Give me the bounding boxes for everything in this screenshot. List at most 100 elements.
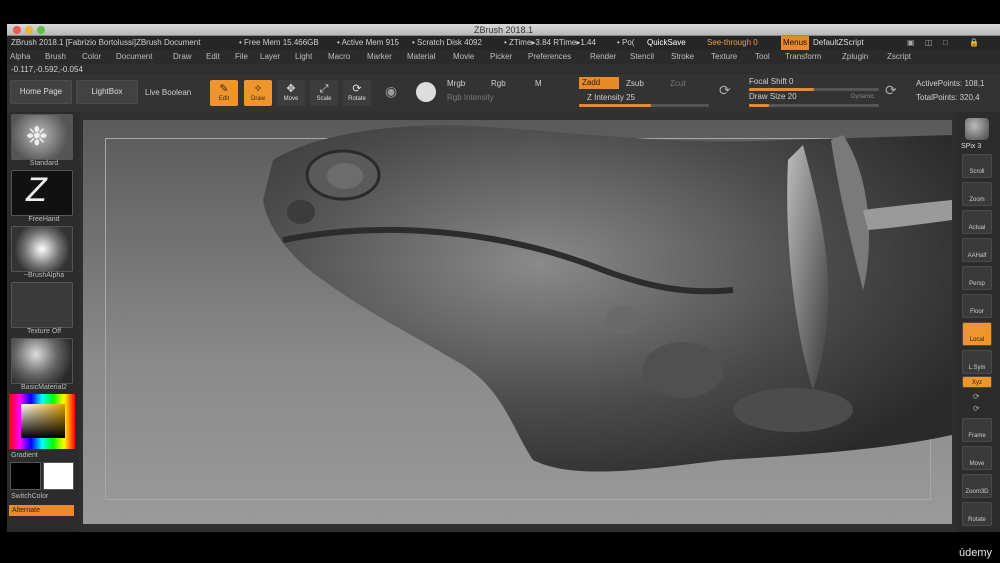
- focal-shift-slider[interactable]: Focal Shift 0: [749, 77, 793, 86]
- menu-preferences[interactable]: Preferences: [528, 50, 571, 64]
- total-points: TotalPoints: 320,4: [916, 93, 980, 102]
- restore-icon[interactable]: □: [943, 36, 948, 50]
- focal-shift-track[interactable]: [749, 88, 879, 91]
- home-page-button[interactable]: Home Page: [10, 80, 72, 104]
- alpha-thumbnail[interactable]: [11, 226, 73, 272]
- menu-light[interactable]: Light: [295, 50, 312, 64]
- scale-tool-button[interactable]: ⤢ Scale: [310, 80, 338, 106]
- scroll-button[interactable]: Scroll: [962, 154, 992, 178]
- left-tray: ❉ Standard Z FreeHand ~BrushAlpha Textur…: [7, 112, 79, 532]
- move-icon: ✥: [286, 83, 296, 95]
- bpr-icon[interactable]: [965, 118, 989, 140]
- zoom3d-button[interactable]: Zoom3D: [962, 474, 992, 498]
- dynamic-button[interactable]: Dynamic: [851, 94, 874, 100]
- see-through-slider[interactable]: See-through 0: [707, 36, 758, 50]
- menu-transform[interactable]: Transform: [785, 50, 821, 64]
- secondary-color-swatch[interactable]: [43, 462, 74, 490]
- switch-color-button[interactable]: SwitchColor: [11, 493, 81, 500]
- spix-slider[interactable]: SPix 3: [961, 143, 981, 150]
- menu-texture[interactable]: Texture: [711, 50, 737, 64]
- edit-tool-button[interactable]: ✎ Edit: [210, 80, 238, 106]
- menu-marker[interactable]: Marker: [367, 50, 392, 64]
- material-swatch-icon[interactable]: [416, 82, 436, 102]
- menu-file[interactable]: File: [235, 50, 248, 64]
- rotate-y-icon[interactable]: ⟳: [973, 392, 980, 401]
- z-intensity-track[interactable]: [579, 104, 709, 107]
- draw-size-slider[interactable]: Draw Size 20: [749, 92, 797, 101]
- draw-mode-icon[interactable]: ⟳: [719, 82, 731, 99]
- canvas-viewport[interactable]: [83, 120, 952, 524]
- menu-zscript[interactable]: Zscript: [887, 50, 911, 64]
- quicksave-button[interactable]: QuickSave: [647, 36, 686, 50]
- move-tool-button[interactable]: ✥ Move: [277, 80, 305, 106]
- alternate-button[interactable]: Alternate: [9, 505, 74, 516]
- menus-button[interactable]: Menus: [781, 36, 810, 50]
- gizmo-icon[interactable]: ⟳: [885, 82, 897, 99]
- menu-stroke[interactable]: Stroke: [671, 50, 694, 64]
- primary-color-swatch[interactable]: [10, 462, 41, 490]
- menu-brush[interactable]: Brush: [45, 50, 66, 64]
- persp-button[interactable]: Persp: [962, 266, 992, 290]
- local-button[interactable]: Local: [962, 322, 992, 346]
- menu-document[interactable]: Document: [116, 50, 152, 64]
- mrgb-button[interactable]: Mrgb: [447, 79, 465, 88]
- aahalf-button[interactable]: AAHalf: [962, 238, 992, 262]
- menu-movie[interactable]: Movie: [453, 50, 474, 64]
- material-thumbnail[interactable]: [11, 338, 73, 384]
- menu-draw[interactable]: Draw: [173, 50, 192, 64]
- zadd-button[interactable]: Zadd: [579, 77, 619, 89]
- freehand-stroke-icon: Z: [26, 171, 47, 209]
- zcut-button[interactable]: Zcut: [670, 79, 686, 88]
- draw-size-fill: [749, 104, 769, 107]
- rgb-button[interactable]: Rgb: [491, 79, 506, 88]
- material-label: BasicMaterial2: [21, 384, 67, 391]
- rotate-view-button[interactable]: Rotate: [962, 502, 992, 526]
- menu-edit[interactable]: Edit: [206, 50, 220, 64]
- menu-bar: Alpha Brush Color Document Draw Edit Fil…: [7, 50, 1000, 64]
- active-mem: • Active Mem 915: [337, 38, 399, 47]
- rotate-tool-button[interactable]: ⟳ Rotate: [343, 80, 371, 106]
- document-name: ZBrush 2018.1 [Fabrizio Bortolussi]ZBrus…: [11, 38, 201, 47]
- menu-render[interactable]: Render: [590, 50, 616, 64]
- lightbox-button[interactable]: LightBox: [76, 80, 138, 104]
- sphere-icon[interactable]: ◉: [385, 83, 397, 100]
- color-square[interactable]: [21, 404, 65, 438]
- zoom-button[interactable]: Zoom: [962, 182, 992, 206]
- menu-macro[interactable]: Macro: [328, 50, 350, 64]
- rotate-z-icon[interactable]: ⟳: [973, 404, 980, 413]
- stroke-thumbnail[interactable]: Z: [11, 170, 73, 216]
- color-picker[interactable]: [9, 394, 75, 449]
- texture-label: Texture Off: [26, 328, 62, 335]
- draw-size-track[interactable]: [749, 104, 879, 107]
- zsub-button[interactable]: Zsub: [626, 79, 644, 88]
- rgb-intensity-slider[interactable]: Rgb Intensity: [447, 93, 494, 102]
- menu-alpha[interactable]: Alpha: [10, 50, 30, 64]
- creature-eye: [327, 163, 363, 189]
- z-intensity-slider[interactable]: Z Intensity 25: [587, 93, 635, 102]
- xyz-button[interactable]: Xyz: [962, 376, 992, 388]
- menu-material[interactable]: Material: [407, 50, 435, 64]
- menu-picker[interactable]: Picker: [490, 50, 512, 64]
- alpha-label: ~BrushAlpha: [23, 272, 65, 279]
- frame-button[interactable]: Frame: [962, 418, 992, 442]
- ztime: • ZTime▸3.84 RTime▸1.44: [504, 38, 596, 47]
- floor-button[interactable]: Floor: [962, 294, 992, 318]
- brush-thumbnail[interactable]: ❉: [11, 114, 73, 160]
- lsym-button[interactable]: L.Sym: [962, 350, 992, 374]
- menu-color[interactable]: Color: [82, 50, 101, 64]
- active-points: ActivePoints: 108,1: [916, 79, 985, 88]
- move-view-button[interactable]: Move: [962, 446, 992, 470]
- live-boolean-button[interactable]: Live Boolean: [145, 88, 191, 97]
- layout-icon[interactable]: ▣: [907, 36, 915, 50]
- lock-icon[interactable]: 🔒: [969, 36, 979, 50]
- palette-icon[interactable]: ◫: [925, 36, 933, 50]
- menu-tool[interactable]: Tool: [755, 50, 770, 64]
- menu-stencil[interactable]: Stencil: [630, 50, 654, 64]
- default-zscript-button[interactable]: DefaultZScript: [813, 36, 864, 50]
- draw-tool-button[interactable]: ✧ Draw: [244, 80, 272, 106]
- menu-zplugin[interactable]: Zplugin: [842, 50, 868, 64]
- actual-button[interactable]: Actual: [962, 210, 992, 234]
- texture-thumbnail[interactable]: [11, 282, 73, 328]
- m-button[interactable]: M: [535, 79, 542, 88]
- menu-layer[interactable]: Layer: [260, 50, 280, 64]
